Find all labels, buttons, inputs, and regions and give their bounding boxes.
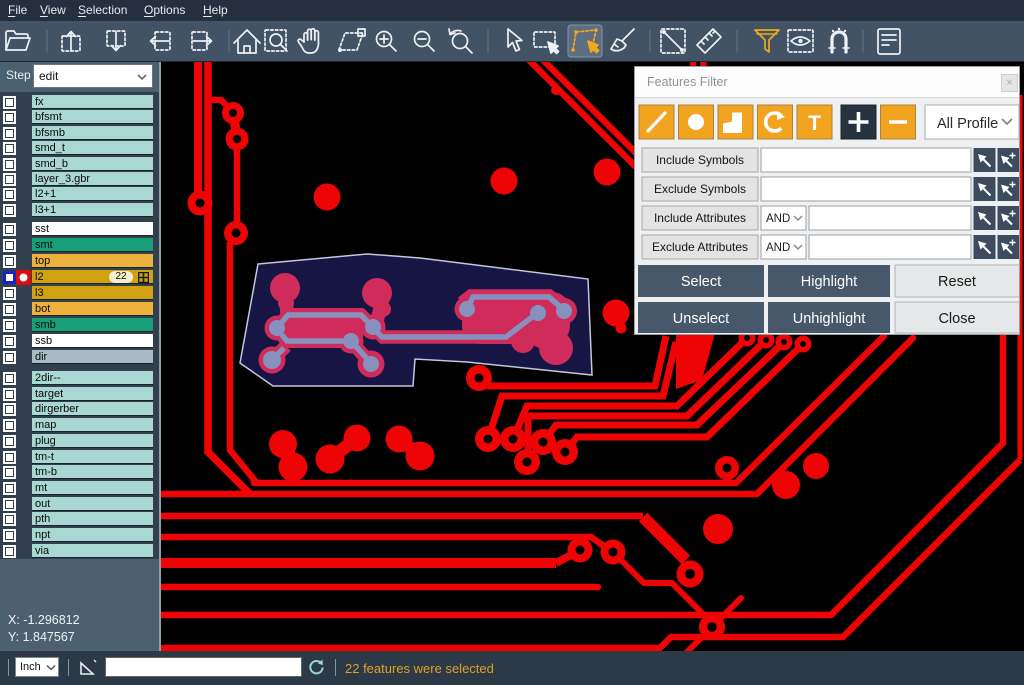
svg-text:T: T <box>808 112 821 135</box>
svg-text:Select: Select <box>681 274 721 290</box>
svg-text:Exclude Symbols: Exclude Symbols <box>654 182 746 196</box>
svg-text:Include Symbols: Include Symbols <box>656 153 744 167</box>
svg-text:Highlight: Highlight <box>801 274 857 290</box>
svg-text:All Profile: All Profile <box>937 116 998 132</box>
svg-text:Close: Close <box>938 311 975 327</box>
svg-text:Include Attributes: Include Attributes <box>654 211 746 225</box>
svg-text:Unhighlight: Unhighlight <box>793 311 866 327</box>
svg-text:Exclude Attributes: Exclude Attributes <box>652 240 748 254</box>
svg-text:AND: AND <box>766 213 790 225</box>
svg-text:AND: AND <box>766 242 790 254</box>
svg-text:Unselect: Unselect <box>673 311 729 327</box>
svg-text:Reset: Reset <box>938 274 976 290</box>
